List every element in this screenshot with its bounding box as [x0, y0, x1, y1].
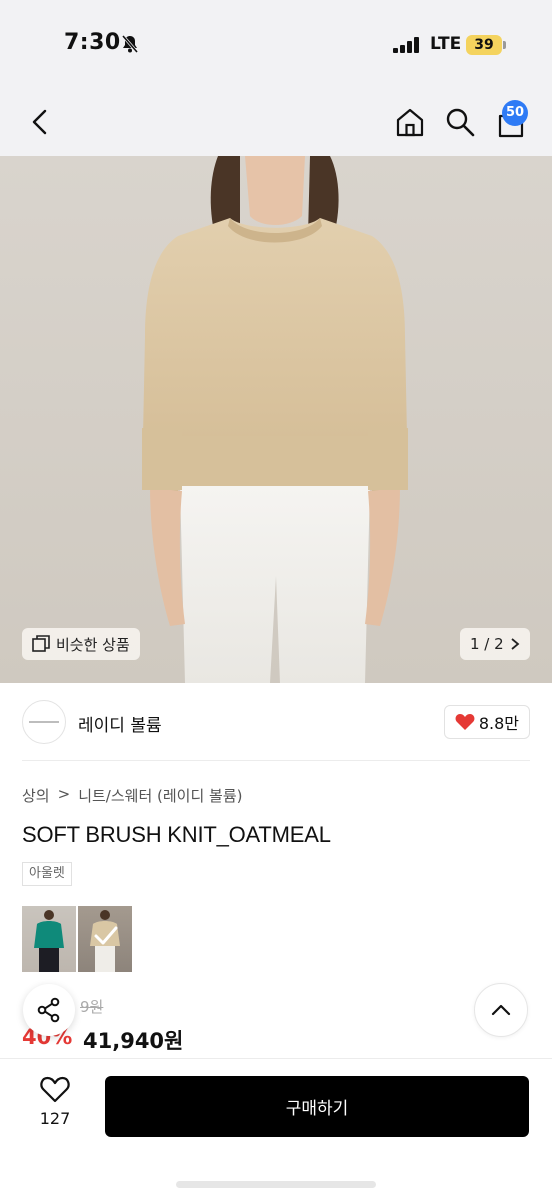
- like-count: 127: [39, 1109, 71, 1128]
- status-bar: 7:30 LTE 39: [0, 0, 552, 90]
- back-button[interactable]: [22, 104, 58, 140]
- status-time: 7:30: [64, 30, 121, 55]
- divider: [22, 760, 530, 761]
- brand-row[interactable]: 레이디 볼륨 8.8만: [22, 700, 530, 744]
- sale-price: 41,940원: [83, 1029, 184, 1053]
- green-sweater-thumbnail: [34, 910, 64, 972]
- chevron-up-icon: [491, 1004, 511, 1016]
- brand-like-button[interactable]: 8.8만: [443, 705, 530, 739]
- color-option-oatmeal[interactable]: [78, 906, 132, 972]
- home-button[interactable]: [392, 104, 428, 140]
- color-option-green[interactable]: [22, 906, 76, 972]
- oatmeal-sweater-thumbnail: [90, 910, 120, 972]
- breadcrumb: 상의 > 니트/스웨터 (레이디 볼륨): [22, 785, 242, 806]
- buy-button[interactable]: 구매하기: [105, 1076, 529, 1137]
- brand-logo[interactable]: [22, 700, 66, 744]
- share-icon: [37, 997, 60, 1023]
- brand-logo-mark: [29, 721, 59, 723]
- original-price: 9원: [80, 998, 104, 1016]
- nav-bar: [0, 90, 552, 156]
- signal-icon: [393, 37, 419, 53]
- similar-products-label: 비슷한 상품: [56, 635, 130, 654]
- outlet-tag: 아울렛: [22, 862, 72, 886]
- product-title: SOFT BRUSH KNIT_OATMEAL: [22, 822, 331, 847]
- breadcrumb-subcategory[interactable]: 니트/스웨터 (레이디 볼륨): [78, 785, 242, 806]
- cart-count-badge: 50: [502, 100, 528, 126]
- image-page-indicator[interactable]: 1 / 2: [460, 628, 530, 660]
- similar-icon: [32, 635, 50, 652]
- heart-outline-icon: [40, 1076, 70, 1103]
- search-icon: [446, 108, 475, 137]
- heart-filled-icon: [455, 714, 475, 730]
- product-image[interactable]: [0, 156, 552, 683]
- scroll-top-button[interactable]: [474, 983, 528, 1037]
- product-photo: [142, 156, 408, 683]
- search-button[interactable]: [442, 104, 478, 140]
- bell-muted-icon: [121, 35, 139, 53]
- network-label: LTE: [430, 34, 462, 54]
- home-indicator: [176, 1181, 376, 1188]
- battery-icon: 39: [466, 35, 502, 55]
- brand-name[interactable]: 레이디 볼륨: [78, 711, 162, 736]
- battery-nub: [503, 41, 506, 49]
- color-options: [22, 906, 132, 972]
- breadcrumb-separator: >: [57, 785, 71, 803]
- breadcrumb-category[interactable]: 상의: [22, 785, 50, 806]
- similar-products-button[interactable]: 비슷한 상품: [22, 628, 140, 660]
- chevron-right-icon: [511, 638, 520, 650]
- share-button[interactable]: [23, 984, 75, 1036]
- like-button[interactable]: 127: [32, 1076, 78, 1128]
- back-icon: [32, 109, 47, 135]
- home-icon: [396, 108, 424, 137]
- page-indicator-text: 1 / 2: [470, 635, 504, 653]
- brand-like-count: 8.8만: [478, 714, 519, 733]
